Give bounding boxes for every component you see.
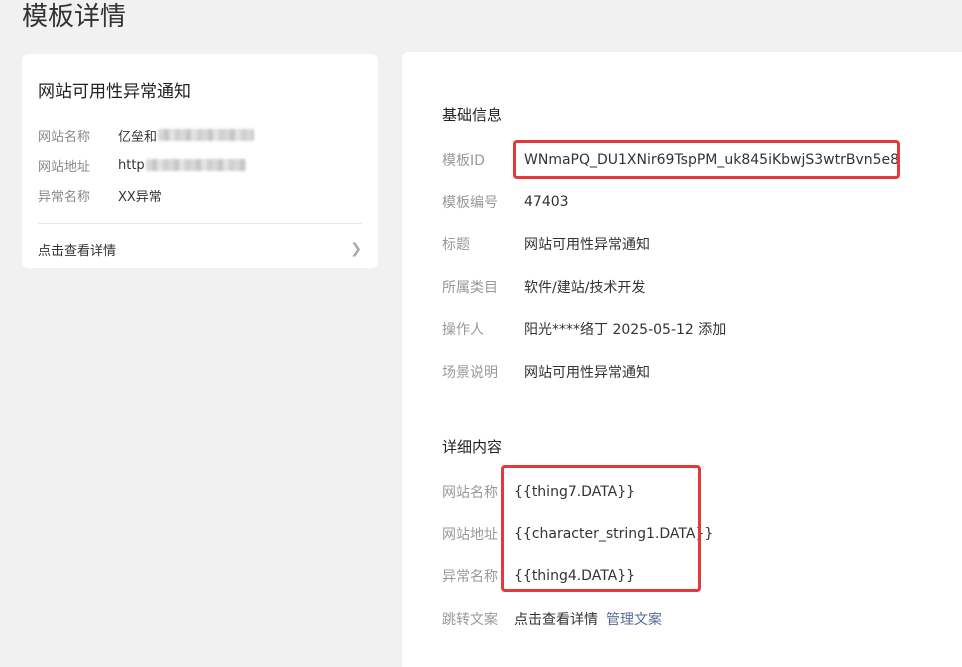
info-label: 模板编号 <box>442 195 498 211</box>
detail-label: 异常名称 <box>442 569 498 585</box>
detail-row-jump-text: 跳转文案 点击查看详情 管理文案 <box>442 607 662 631</box>
detail-label: 跳转文案 <box>442 612 498 628</box>
preview-label: 网站地址 <box>38 159 91 175</box>
info-row-title: 标题 网站可用性异常通知 <box>442 232 650 256</box>
detail-value: {{thing7.DATA}} <box>514 484 636 500</box>
info-label: 操作人 <box>442 322 484 338</box>
detail-label: 网站地址 <box>442 527 498 543</box>
view-details-label: 点击查看详情 <box>38 243 117 259</box>
preview-value: http <box>118 158 246 173</box>
preview-label: 网站名称 <box>38 129 91 145</box>
preview-divider <box>38 223 362 224</box>
basic-info-title: 基础信息 <box>442 106 503 124</box>
preview-fields: 网站名称 亿垒和 网站地址 http 异常名称 XX异常 <box>38 120 358 210</box>
preview-label: 异常名称 <box>38 189 91 205</box>
preview-value-text: 亿垒和 <box>118 129 158 145</box>
info-row-scenario: 场景说明 网站可用性异常通知 <box>442 360 650 384</box>
preview-title: 网站可用性异常通知 <box>38 82 191 102</box>
template-info-panel: 基础信息 模板ID WNmaPQ_DU1XNir69TspPM_uk845iKb… <box>402 52 962 667</box>
preview-value: XX异常 <box>118 189 162 205</box>
info-label: 所属类目 <box>442 280 498 296</box>
info-value: 网站可用性异常通知 <box>524 365 650 381</box>
detail-value: {{character_string1.DATA}} <box>514 526 714 542</box>
preview-value-text: http <box>118 157 145 173</box>
detail-row-error-name: 异常名称 {{thing4.DATA}} <box>442 564 635 588</box>
preview-row-site-name: 网站名称 亿垒和 <box>38 120 358 150</box>
info-row-template-id: 模板ID WNmaPQ_DU1XNir69TspPM_uk845iKbwjS3w… <box>442 148 899 172</box>
info-row-operator: 操作人 阳光****络丁 2025-05-12 添加 <box>442 317 726 341</box>
info-value: 网站可用性异常通知 <box>524 237 650 253</box>
info-row-template-number: 模板编号 47403 <box>442 190 569 214</box>
detail-row-site-url: 网站地址 {{character_string1.DATA}} <box>442 522 713 546</box>
view-details-link[interactable]: 点击查看详情 ❯ <box>38 234 362 264</box>
info-row-category: 所属类目 软件/建站/技术开发 <box>442 275 645 299</box>
template-id-value[interactable]: WNmaPQ_DU1XNir69TspPM_uk845iKbwjS3wtrBvn… <box>524 152 899 168</box>
preview-value: 亿垒和 <box>118 126 255 145</box>
preview-row-error-name: 异常名称 XX异常 <box>38 180 358 210</box>
manage-text-link[interactable]: 管理文案 <box>606 609 662 629</box>
redacted-text <box>145 159 246 171</box>
info-label: 标题 <box>442 237 470 253</box>
info-label: 模板ID <box>442 153 485 169</box>
detail-row-site-name: 网站名称 {{thing7.DATA}} <box>442 480 635 504</box>
detail-content-title: 详细内容 <box>442 438 503 456</box>
chevron-right-icon: ❯ <box>350 241 362 257</box>
detail-label: 网站名称 <box>442 485 498 501</box>
info-value: 47403 <box>524 194 569 210</box>
jump-text-value: 点击查看详情 <box>514 612 598 628</box>
redacted-text <box>158 129 255 141</box>
info-value: 阳光****络丁 2025-05-12 添加 <box>524 322 727 338</box>
preview-row-site-url: 网站地址 http <box>38 150 358 180</box>
page-title: 模板详情 <box>22 2 127 32</box>
detail-value: {{thing4.DATA}} <box>514 568 636 584</box>
info-value: 软件/建站/技术开发 <box>524 280 646 296</box>
template-preview-card: 网站可用性异常通知 网站名称 亿垒和 网站地址 http 异常名称 XX异常 点… <box>22 54 378 268</box>
info-label: 场景说明 <box>442 365 498 381</box>
